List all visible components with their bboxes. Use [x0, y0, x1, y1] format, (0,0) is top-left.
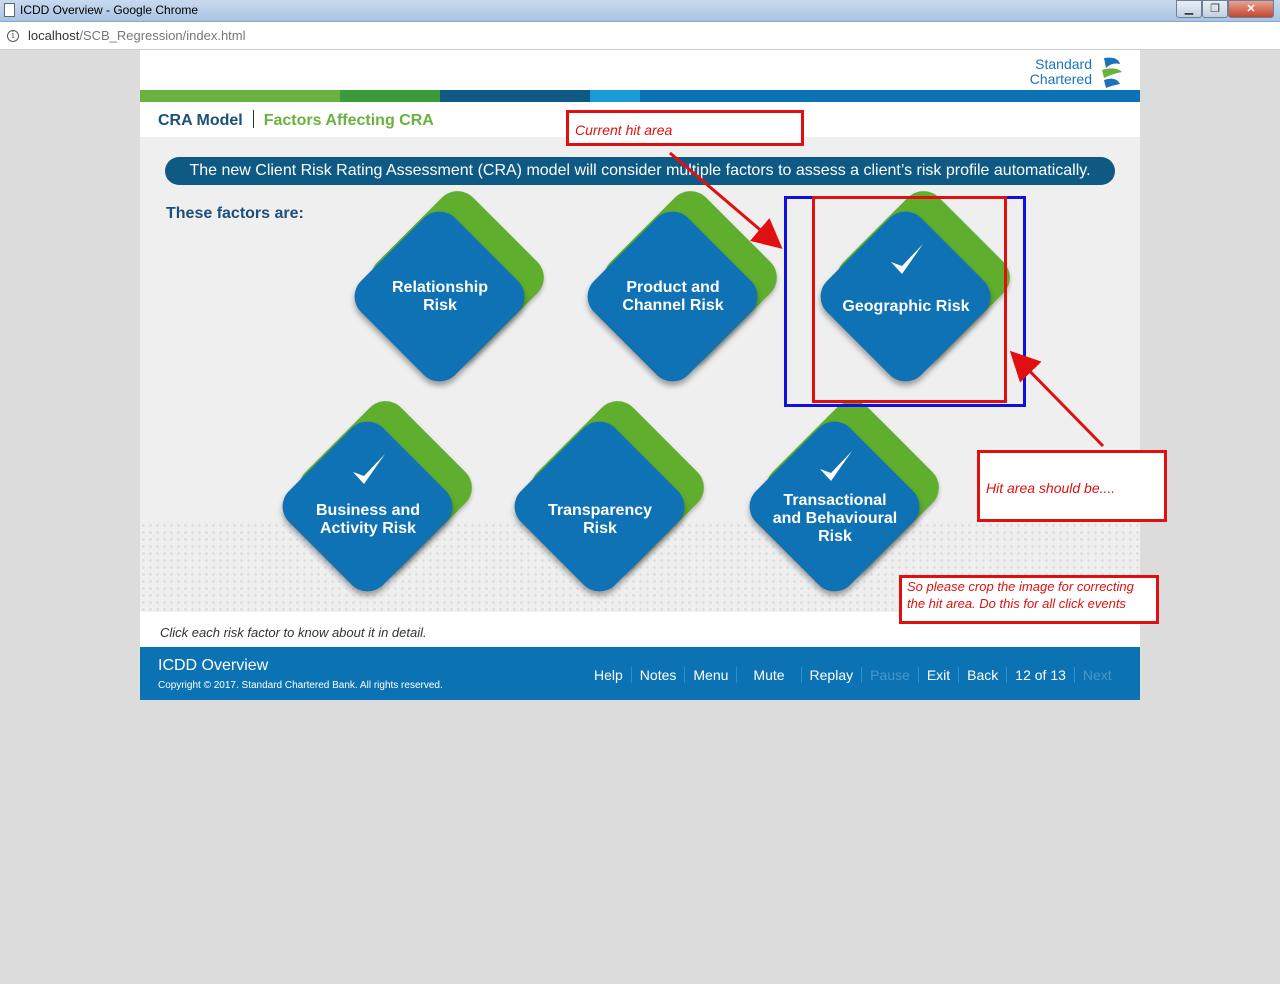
arrow-to-current-area: [669, 151, 783, 249]
arrow-to-correct-area: [1009, 350, 1105, 448]
annotation-arrows: [669, 151, 1105, 448]
